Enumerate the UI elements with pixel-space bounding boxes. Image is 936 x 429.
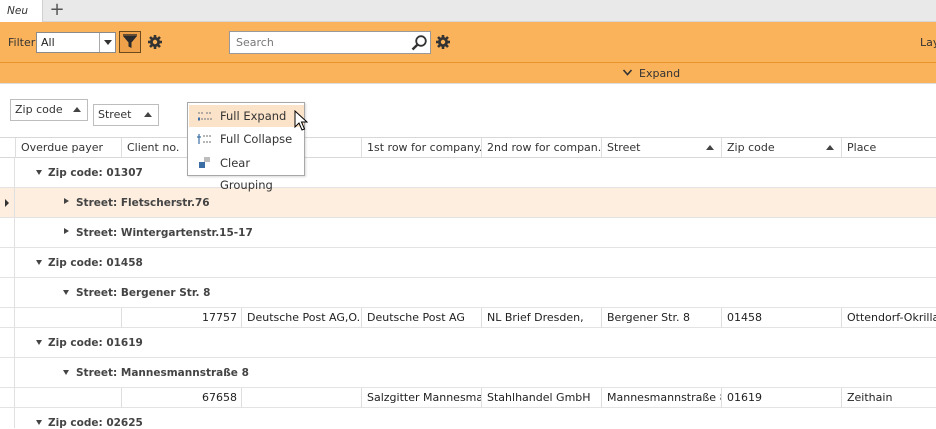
cell-zip-code[interactable]: 01619	[721, 388, 841, 408]
filter-label: Filter	[8, 36, 36, 49]
group-row-street[interactable]: Street: Fletscherstr.76	[0, 188, 936, 218]
column-header-company-row1[interactable]: 1st row for company...	[361, 138, 481, 158]
group-label: Street: Bergener Str. 8	[76, 287, 211, 299]
group-label: Zip code: 01307	[48, 167, 143, 179]
row-indicator	[0, 188, 15, 217]
filter-funnel-button[interactable]	[119, 31, 141, 53]
group-chip-label: Zip code	[15, 103, 63, 116]
tab-label: Neu	[7, 5, 28, 17]
row-indicator	[0, 328, 15, 357]
filter-selected-value: All	[41, 36, 55, 49]
group-label: Street: Wintergartenstr.15-17	[76, 227, 253, 239]
cell-place[interactable]: Zeithain	[841, 388, 936, 408]
row-indicator	[0, 388, 15, 407]
tab-neu[interactable]: Neu	[0, 0, 43, 22]
column-header-zip-code[interactable]: Zip code	[721, 138, 841, 158]
cell-street[interactable]: Bergener Str. 8	[601, 308, 721, 328]
row-indicator	[0, 308, 15, 327]
filter-toolbar: Filter All Lay	[0, 22, 936, 62]
collapse-triangle-icon[interactable]	[36, 420, 42, 425]
expand-triangle-icon[interactable]	[64, 198, 69, 204]
sort-ascending-icon	[826, 145, 834, 150]
collapse-triangle-icon[interactable]	[36, 170, 42, 175]
clear-grouping-icon	[199, 157, 210, 168]
cell-col3[interactable]: Deutsche Post AG,O...	[241, 308, 361, 328]
expand-triangle-icon[interactable]	[64, 228, 69, 234]
full-collapse-icon	[197, 134, 212, 144]
table-row[interactable]: 67658 Salzgitter Mannesma... Stahlhandel…	[0, 388, 936, 408]
group-row-zip[interactable]: Zip code: 01458	[0, 248, 936, 278]
group-label: Zip code: 02625	[48, 417, 143, 429]
group-chip-label: Street	[98, 108, 132, 121]
mouse-cursor-icon	[294, 110, 308, 131]
group-row-street[interactable]: Street: Bergener Str. 8	[0, 278, 936, 308]
sort-ascending-icon	[73, 107, 81, 112]
cell-client-no[interactable]: 67658	[121, 388, 241, 408]
group-label: Street: Fletscherstr.76	[76, 197, 210, 209]
group-label: Zip code: 01458	[48, 257, 143, 269]
group-chip-street[interactable]: Street	[93, 104, 159, 126]
group-row-zip[interactable]: Zip code: 02625	[0, 408, 936, 429]
group-chip-zip-code[interactable]: Zip code	[10, 99, 88, 121]
column-header-overdue-payer[interactable]: Overdue payer	[15, 138, 121, 158]
menu-item-label: Full Collapse	[220, 132, 293, 146]
tab-bar: Neu +	[0, 0, 936, 22]
collapse-triangle-icon[interactable]	[63, 370, 69, 375]
group-label: Street: Mannesmannstraße 8	[76, 367, 249, 379]
grid-header: Overdue payer Client no. 1st row for com…	[0, 137, 936, 158]
gear-icon[interactable]	[147, 34, 163, 50]
chevron-down-icon[interactable]	[99, 33, 115, 52]
group-row-street[interactable]: Street: Wintergartenstr.15-17	[0, 218, 936, 248]
chevron-down-icon	[622, 69, 633, 76]
cell-company-row1[interactable]: Deutsche Post AG	[361, 308, 481, 328]
search-field[interactable]	[229, 31, 431, 54]
expand-bar[interactable]: Expand	[0, 62, 936, 83]
search-settings-gear-icon[interactable]	[435, 34, 451, 50]
add-tab-button[interactable]: +	[49, 0, 65, 22]
menu-item-full-expand[interactable]: Full Expand	[189, 105, 304, 127]
grouping-context-menu: Full Expand Full Collapse Clear Grouping	[187, 102, 305, 192]
collapse-triangle-icon[interactable]	[36, 340, 42, 345]
cell-company-row2[interactable]: NL Brief Dresden,	[481, 308, 601, 328]
menu-item-label: Clear Grouping	[220, 156, 273, 192]
group-row-street[interactable]: Street: Mannesmannstraße 8	[0, 358, 936, 388]
collapse-triangle-icon[interactable]	[63, 290, 69, 295]
cell-company-row2[interactable]: Stahlhandel GmbH	[481, 388, 601, 408]
menu-item-label: Full Expand	[220, 109, 287, 123]
table-row[interactable]: 17757 Deutsche Post AG,O... Deutsche Pos…	[0, 308, 936, 328]
row-indicator	[0, 278, 15, 307]
search-input[interactable]	[234, 35, 404, 50]
row-indicator	[0, 158, 15, 187]
column-header-company-row2[interactable]: 2nd row for compan...	[481, 138, 601, 158]
cell-zip-code[interactable]: 01458	[721, 308, 841, 328]
row-indicator	[0, 408, 15, 428]
cell-street[interactable]: Mannesmannstraße 8	[601, 388, 721, 408]
row-indicator	[0, 358, 15, 387]
current-row-arrow-icon	[5, 199, 9, 207]
group-row-zip[interactable]: Zip code: 01619	[0, 328, 936, 358]
cell-client-no[interactable]: 17757	[121, 308, 241, 328]
full-expand-icon	[198, 112, 212, 121]
collapse-triangle-icon[interactable]	[36, 260, 42, 265]
group-label: Zip code: 01619	[48, 337, 143, 349]
funnel-icon	[123, 34, 137, 48]
cell-col3[interactable]	[241, 388, 361, 408]
menu-item-full-collapse[interactable]: Full Collapse	[189, 128, 304, 150]
search-icon[interactable]	[410, 34, 428, 52]
sort-ascending-icon	[144, 112, 152, 117]
sort-ascending-icon	[706, 145, 714, 150]
column-header-street[interactable]: Street	[601, 138, 721, 158]
cell-company-row1[interactable]: Salzgitter Mannesma...	[361, 388, 481, 408]
expand-label: Expand	[639, 67, 681, 80]
cell-place[interactable]: Ottendorf-Okrilla	[841, 308, 936, 328]
group-panel: Zip code Street	[0, 83, 936, 137]
filter-dropdown[interactable]: All	[36, 32, 116, 53]
column-header-place[interactable]: Place	[841, 138, 936, 158]
group-row-zip[interactable]: Zip code: 01307	[0, 158, 936, 188]
menu-item-clear-grouping[interactable]: Clear Grouping	[189, 152, 304, 192]
layout-label[interactable]: Lay	[920, 36, 936, 49]
row-indicator	[0, 218, 15, 247]
row-indicator	[0, 248, 15, 277]
